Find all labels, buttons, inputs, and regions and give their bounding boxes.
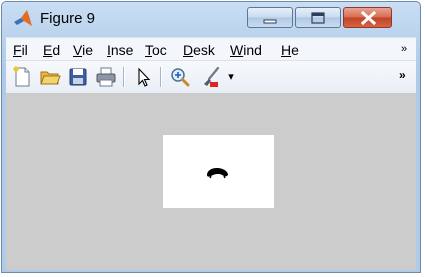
menu-window[interactable]: Wind: [230, 41, 274, 59]
menu-desktop-mnemonic: D: [183, 42, 194, 58]
figure-window: Figure 9 Fil Ed Vie Inse Toc Desk Wind H…: [1, 1, 421, 273]
plotted-shape: [207, 168, 228, 179]
menu-file[interactable]: Fil: [13, 41, 37, 59]
brush-icon[interactable]: [198, 65, 222, 89]
menu-help-label: e: [291, 42, 299, 58]
window-title: Figure 9: [40, 10, 96, 27]
title-bar[interactable]: Figure 9: [2, 2, 420, 35]
zoom-in-icon[interactable]: [168, 65, 192, 89]
new-file-icon[interactable]: [10, 65, 34, 89]
close-button[interactable]: [343, 7, 392, 28]
menu-file-label: il: [21, 42, 28, 58]
menu-view-label: ie: [82, 42, 93, 58]
toolbar-separator: [160, 67, 162, 87]
menu-desktop[interactable]: Desk: [183, 41, 223, 59]
dropdown-arrow-icon[interactable]: ▾: [224, 65, 238, 89]
menu-desktop-label: esk: [193, 42, 215, 58]
toolbar-overflow-button[interactable]: »: [399, 68, 406, 82]
menu-view[interactable]: Vie: [73, 41, 101, 59]
menu-edit[interactable]: Ed: [43, 41, 67, 59]
menu-file-mnemonic: F: [13, 42, 22, 58]
toolbar-separator: [123, 67, 125, 87]
menu-tools-label: oc: [152, 42, 167, 58]
menu-help[interactable]: He: [281, 41, 305, 59]
matlab-logo-icon: [13, 9, 33, 29]
menu-insert[interactable]: Inse: [107, 41, 139, 59]
menu-window-label: ind: [243, 42, 262, 58]
save-icon[interactable]: [66, 65, 90, 89]
print-icon[interactable]: [94, 65, 118, 89]
menu-edit-mnemonic: E: [43, 42, 53, 58]
menu-overflow-button[interactable]: »: [401, 41, 407, 57]
maximize-button[interactable]: [295, 7, 341, 28]
minimize-button[interactable]: [247, 7, 293, 28]
close-icon: [360, 10, 377, 26]
plot-axes[interactable]: [163, 135, 274, 208]
menu-tools-mnemonic: T: [145, 42, 152, 58]
figure-canvas[interactable]: [6, 93, 416, 270]
figure-toolbar: ▾ »: [6, 60, 416, 94]
minimize-icon: [263, 19, 277, 24]
menu-view-mnemonic: V: [73, 42, 83, 58]
pointer-icon[interactable]: [131, 65, 155, 89]
menu-tools[interactable]: Toc: [145, 41, 175, 59]
menu-edit-label: d: [52, 42, 61, 58]
open-folder-icon[interactable]: [38, 65, 62, 89]
maximize-icon: [311, 12, 325, 24]
menu-help-mnemonic: H: [281, 42, 292, 58]
menu-bar: Fil Ed Vie Inse Toc Desk Wind He »: [6, 37, 416, 60]
menu-window-mnemonic: W: [230, 42, 244, 58]
menu-insert-label: nse: [110, 42, 134, 58]
